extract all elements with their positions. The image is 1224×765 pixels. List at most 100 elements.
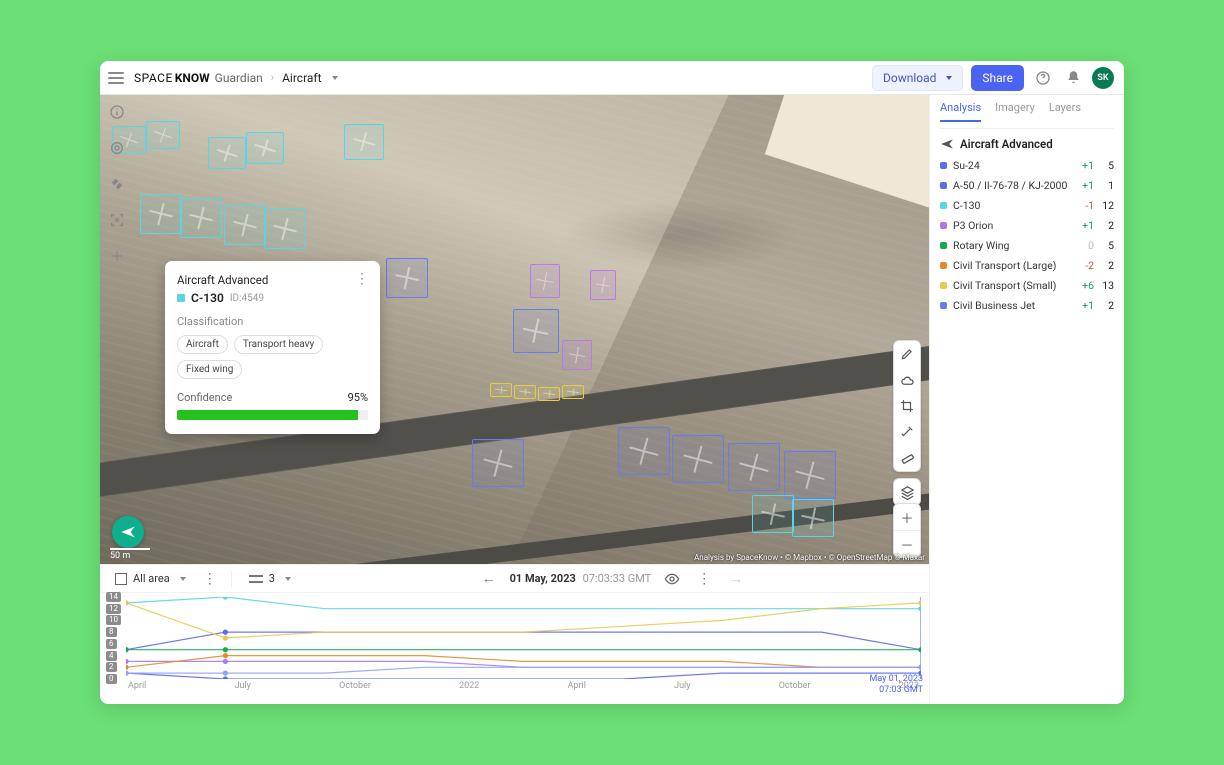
detection-box[interactable]: [530, 264, 560, 298]
help-icon[interactable]: [1032, 67, 1054, 89]
legend-count: 2: [1100, 219, 1114, 232]
detection-box[interactable]: [618, 427, 670, 475]
detection-box[interactable]: [246, 132, 284, 164]
body: Aircraft Advanced C-130 ID:4549 ⋮ Classi…: [100, 95, 1124, 704]
brand-prefix: SPACE: [134, 71, 173, 85]
tab-imagery[interactable]: Imagery: [995, 101, 1035, 122]
ruler-icon[interactable]: [894, 445, 920, 471]
detection-box[interactable]: [792, 499, 834, 537]
avatar-initials: SK: [1097, 73, 1108, 83]
crop-icon: [115, 573, 127, 585]
zoom-in-button[interactable]: ＋: [894, 504, 920, 530]
prev-button[interactable]: ←: [478, 568, 500, 590]
timeseries-chart[interactable]: 14121086420 AprilJulyOctober2022AprilJul…: [100, 592, 929, 704]
chart-ytick: 0: [106, 674, 117, 684]
map-layers-toggle[interactable]: [893, 478, 921, 506]
detection-box[interactable]: [672, 435, 724, 483]
info-icon[interactable]: [106, 101, 128, 123]
detection-box[interactable]: [562, 385, 584, 399]
chart-xtick: October: [339, 681, 371, 691]
legend-item[interactable]: Civil Transport (Large)-22: [940, 259, 1114, 272]
detection-box[interactable]: [728, 443, 780, 491]
series-count[interactable]: 3: [242, 568, 298, 590]
legend-delta: -2: [1072, 259, 1094, 272]
legend-item[interactable]: P3 Orion+12: [940, 219, 1114, 232]
card-type-color: [177, 294, 185, 302]
legend-item[interactable]: A-50 / Il-76-78 / KJ-2000+11: [940, 179, 1114, 192]
cloud-icon[interactable]: [894, 367, 920, 393]
detection-box[interactable]: [784, 451, 836, 499]
legend-item[interactable]: Su-24+15: [940, 159, 1114, 172]
legend-color: [940, 262, 947, 269]
main-column: Aircraft Advanced C-130 ID:4549 ⋮ Classi…: [100, 95, 929, 704]
chart-ytick: 12: [106, 604, 121, 614]
scan-icon[interactable]: [106, 209, 128, 231]
legend-delta: +1: [1072, 219, 1094, 232]
detection-box[interactable]: [562, 340, 592, 370]
legend-delta: +1: [1072, 159, 1094, 172]
fab-aircraft[interactable]: [112, 516, 144, 548]
legend-item[interactable]: C-130-112: [940, 199, 1114, 212]
breadcrumb-label: Aircraft: [282, 71, 321, 85]
download-button[interactable]: Download: [872, 65, 963, 91]
next-button[interactable]: →: [725, 568, 747, 590]
more-icon[interactable]: ⋮: [355, 275, 370, 283]
bell-icon[interactable]: [1062, 67, 1084, 89]
legend-delta: 0: [1072, 239, 1094, 252]
target-icon[interactable]: [106, 137, 128, 159]
chart-plot: [126, 597, 921, 679]
detection-box[interactable]: [472, 439, 524, 487]
detection-box[interactable]: [344, 124, 384, 160]
legend-item[interactable]: Civil Transport (Small)+613: [940, 279, 1114, 292]
tab-analysis[interactable]: Analysis: [940, 101, 981, 122]
menu-icon[interactable]: [108, 72, 124, 84]
card-progress: [177, 410, 368, 420]
detection-box[interactable]: [538, 387, 560, 401]
detection-box[interactable]: [513, 309, 559, 353]
card-class-label: Classification: [177, 315, 368, 328]
detection-box[interactable]: [514, 385, 536, 399]
map[interactable]: Aircraft Advanced C-130 ID:4549 ⋮ Classi…: [100, 95, 929, 564]
tab-layers[interactable]: Layers: [1049, 101, 1081, 122]
avatar[interactable]: SK: [1092, 67, 1114, 89]
chart-xtick: April: [128, 681, 146, 691]
detection-box[interactable]: [208, 137, 246, 169]
detection-box[interactable]: [180, 198, 222, 238]
plus-icon[interactable]: [106, 245, 128, 267]
area-selector[interactable]: All area: [108, 568, 193, 590]
legend-name: C-130: [953, 199, 1072, 212]
legend-item[interactable]: Rotary Wing05: [940, 239, 1114, 252]
detection-box[interactable]: [590, 270, 616, 300]
legend-item[interactable]: Civil Business Jet+12: [940, 299, 1114, 312]
detection-box[interactable]: [490, 383, 512, 397]
timeline-date-nav: ← 01 May, 2023 07:03:33 GMT ⋮ →: [304, 568, 921, 590]
detection-box[interactable]: [140, 194, 182, 234]
detection-card: Aircraft Advanced C-130 ID:4549 ⋮ Classi…: [165, 261, 380, 434]
detection-box[interactable]: [146, 121, 180, 149]
eye-icon[interactable]: [661, 568, 683, 590]
detection-box[interactable]: [752, 495, 794, 533]
more-icon[interactable]: ⋮: [199, 568, 221, 590]
detection-box[interactable]: [386, 258, 428, 298]
satellite-icon[interactable]: [106, 173, 128, 195]
card-id: ID:4549: [230, 293, 264, 304]
detection-box[interactable]: [224, 205, 266, 245]
card-tag: Aircraft: [177, 335, 228, 354]
pencil-icon[interactable]: [894, 341, 920, 367]
area-label: All area: [133, 572, 170, 585]
share-label: Share: [982, 71, 1013, 85]
legend-count: 2: [1100, 299, 1114, 312]
breadcrumb[interactable]: Aircraft: [282, 71, 337, 85]
wand-icon[interactable]: [894, 419, 920, 445]
legend-color: [940, 302, 947, 309]
time-value: 07:03:33 GMT: [583, 572, 652, 585]
legend-delta: -1: [1072, 199, 1094, 212]
timeline-date: 01 May, 2023 07:03:33 GMT: [510, 572, 652, 585]
more-icon[interactable]: ⋮: [693, 568, 715, 590]
chart-ytick: 6: [106, 639, 117, 649]
brand-bold: KNOW: [175, 71, 210, 85]
crop-icon[interactable]: [894, 393, 920, 419]
detection-box[interactable]: [264, 209, 306, 249]
legend: Su-24+15 A-50 / Il-76-78 / KJ-2000+11 C-13…: [940, 159, 1114, 312]
share-button[interactable]: Share: [971, 65, 1024, 91]
